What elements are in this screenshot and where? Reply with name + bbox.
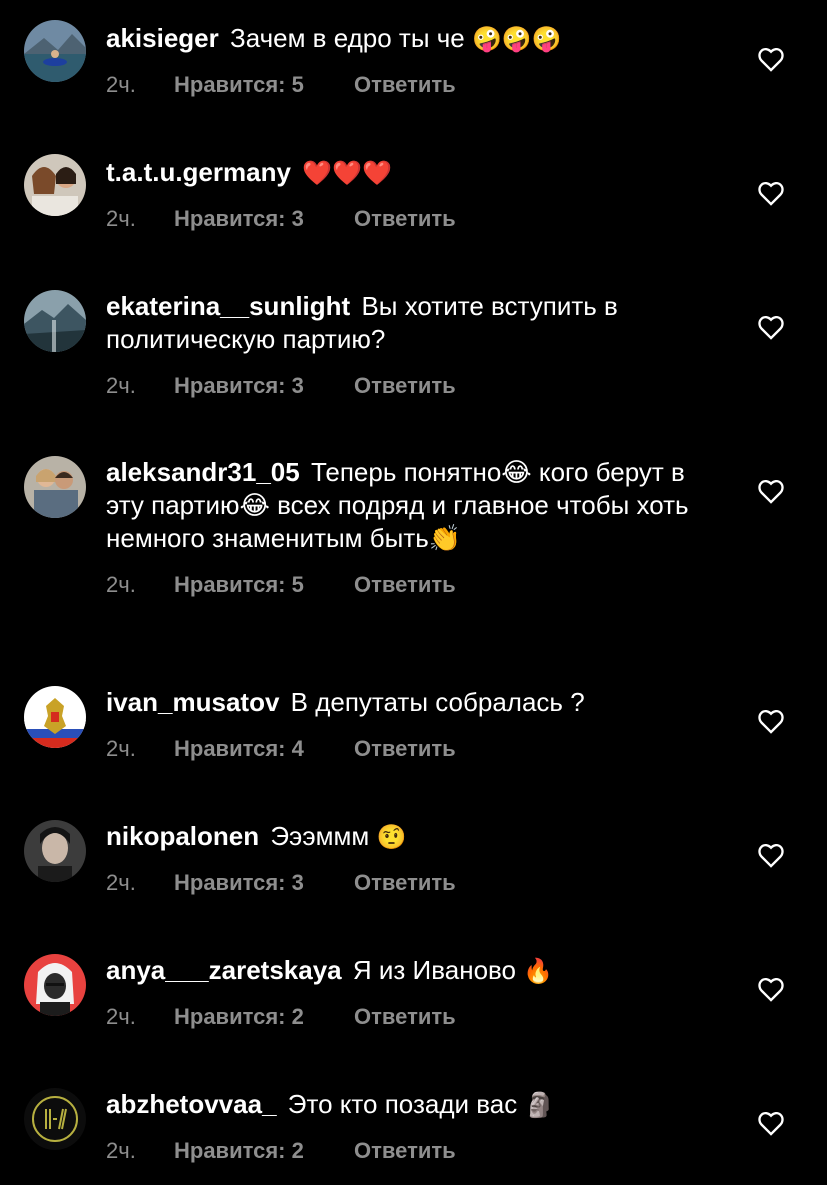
comment-text: ekaterina__sunlight Вы хотите вступить в… <box>106 288 706 357</box>
comment-time: 2ч. <box>106 72 136 97</box>
heart-outline-icon <box>758 181 784 206</box>
reply-button[interactable]: Ответить <box>354 1138 456 1164</box>
comment-emoji: 🤨 <box>376 823 407 851</box>
heart-outline-icon <box>758 479 784 504</box>
comment-username[interactable]: aleksandr31_05 <box>106 457 300 487</box>
comment-time: 2ч. <box>106 373 136 398</box>
avatar[interactable] <box>24 290 86 352</box>
comment-time: 2ч. <box>106 870 136 895</box>
heart-outline-icon <box>758 977 784 1002</box>
avatar[interactable] <box>24 20 86 82</box>
comment-body: abzhetovvaa_ Это кто позади вас 🗿 2ч. Нр… <box>106 1086 706 1164</box>
heart-outline-icon <box>758 843 784 868</box>
avatar[interactable] <box>24 954 86 1016</box>
comment-likes[interactable]: Нравится: 4 <box>174 736 354 762</box>
comment-meta: 2ч. Нравится: 3 Ответить <box>106 870 706 896</box>
like-button[interactable] <box>757 1110 785 1136</box>
comment-time: 2ч. <box>106 736 136 761</box>
heart-outline-icon <box>758 1111 784 1136</box>
comment-likes[interactable]: Нравится: 5 <box>174 572 354 598</box>
comment-time: 2ч. <box>106 1138 136 1163</box>
comment-likes[interactable]: Нравится: 3 <box>174 373 354 399</box>
comment-meta: 2ч. Нравится: 2 Ответить <box>106 1004 706 1030</box>
comment-body: ivan_musatov В депутаты собралась ? 2ч. … <box>106 684 706 762</box>
comment-time: 2ч. <box>106 572 136 597</box>
comment-username[interactable]: nikopalonen <box>106 821 259 851</box>
avatar[interactable] <box>24 456 86 518</box>
comment-body: t.a.t.u.germany ❤️❤️❤️ 2ч. Нравится: 3 О… <box>106 154 706 232</box>
comment-username[interactable]: t.a.t.u.germany <box>106 157 291 187</box>
comment-username[interactable]: ivan_musatov <box>106 687 279 717</box>
reply-button[interactable]: Ответить <box>354 572 456 598</box>
comment-meta: 2ч. Нравится: 2 Ответить <box>106 1138 706 1164</box>
heart-outline-icon <box>758 709 784 734</box>
heart-outline-icon <box>758 315 784 340</box>
comment-body: nikopalonen Эээммм 🤨 2ч. Нравится: 3 Отв… <box>106 818 706 896</box>
comment-time: 2ч. <box>106 1004 136 1029</box>
comment-message: В депутаты собралась ? <box>290 687 585 717</box>
like-button[interactable] <box>757 708 785 734</box>
like-button[interactable] <box>757 842 785 868</box>
reply-button[interactable]: Ответить <box>354 373 456 399</box>
comment-body: aleksandr31_05 Теперь понятно😂 кого беру… <box>106 454 706 598</box>
comment-time: 2ч. <box>106 206 136 231</box>
reply-button[interactable]: Ответить <box>354 736 456 762</box>
comment-likes[interactable]: Нравится: 3 <box>174 870 354 896</box>
like-button[interactable] <box>757 478 785 504</box>
heart-outline-icon <box>758 47 784 72</box>
comment-message: Зачем в едро ты че <box>229 23 465 53</box>
comment-meta: 2ч. Нравится: 3 Ответить <box>106 373 706 399</box>
comment-body: ekaterina__sunlight Вы хотите вступить в… <box>106 288 706 399</box>
comment-likes[interactable]: Нравится: 5 <box>174 72 354 98</box>
comment-text: abzhetovvaa_ Это кто позади вас 🗿 <box>106 1086 706 1122</box>
avatar[interactable] <box>24 154 86 216</box>
comment-message: Это кто позади вас <box>287 1089 518 1119</box>
comment-username[interactable]: anya___zaretskaya <box>106 955 342 985</box>
comment-meta: 2ч. Нравится: 5 Ответить <box>106 72 706 98</box>
comment-meta: 2ч. Нравится: 3 Ответить <box>106 206 706 232</box>
avatar[interactable] <box>24 820 86 882</box>
comment-meta: 2ч. Нравится: 5 Ответить <box>106 572 706 598</box>
comment-emoji: 🤪🤪🤪 <box>471 25 562 53</box>
comment-message: Эээммм <box>270 821 370 851</box>
comment-username[interactable]: abzhetovvaa_ <box>106 1089 277 1119</box>
comment-username[interactable]: ekaterina__sunlight <box>106 291 350 321</box>
comment-body: akisieger Зачем в едро ты че 🤪🤪🤪 2ч. Нра… <box>106 20 706 98</box>
comment-emoji: 🗿 <box>524 1091 555 1119</box>
reply-button[interactable]: Ответить <box>354 72 456 98</box>
comment-likes[interactable]: Нравится: 2 <box>174 1138 354 1164</box>
comment-body: anya___zaretskaya Я из Иваново 🔥 2ч. Нра… <box>106 952 706 1030</box>
comment-text: anya___zaretskaya Я из Иваново 🔥 <box>106 952 706 988</box>
comment-text: akisieger Зачем в едро ты че 🤪🤪🤪 <box>106 20 706 56</box>
like-button[interactable] <box>757 314 785 340</box>
comment-message: Я из Иваново <box>352 955 517 985</box>
comment-text: nikopalonen Эээммм 🤨 <box>106 818 706 854</box>
comment-emoji: ❤️❤️❤️ <box>302 159 392 187</box>
avatar[interactable] <box>24 1088 86 1150</box>
reply-button[interactable]: Ответить <box>354 870 456 896</box>
comment-text: ivan_musatov В депутаты собралась ? <box>106 684 706 720</box>
comment-text: aleksandr31_05 Теперь понятно😂 кого беру… <box>106 454 706 556</box>
comment-username[interactable]: akisieger <box>106 23 219 53</box>
comment-meta: 2ч. Нравится: 4 Ответить <box>106 736 706 762</box>
comment-likes[interactable]: Нравится: 2 <box>174 1004 354 1030</box>
comment-emoji: 🔥 <box>523 957 554 985</box>
like-button[interactable] <box>757 976 785 1002</box>
reply-button[interactable]: Ответить <box>354 1004 456 1030</box>
reply-button[interactable]: Ответить <box>354 206 456 232</box>
like-button[interactable] <box>757 180 785 206</box>
comment-likes[interactable]: Нравится: 3 <box>174 206 354 232</box>
like-button[interactable] <box>757 46 785 72</box>
avatar[interactable] <box>24 686 86 748</box>
comment-text: t.a.t.u.germany ❤️❤️❤️ <box>106 154 706 190</box>
